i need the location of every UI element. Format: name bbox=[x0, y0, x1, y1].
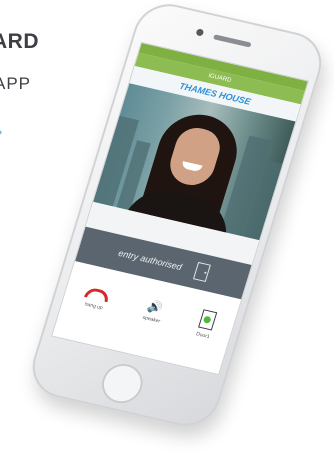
brand-text: ARD bbox=[0, 30, 39, 53]
speaker-button[interactable]: 🔊 speaker bbox=[141, 298, 166, 325]
door-open-icon bbox=[198, 308, 218, 331]
speaker-icon: 🔊 bbox=[145, 298, 165, 316]
phone-mockup: iGUARD THAMES HOUSE entry authorised han… bbox=[0, 0, 334, 457]
door-open-label: Door1 bbox=[195, 330, 211, 340]
hangup-icon bbox=[84, 285, 111, 302]
door-open-button[interactable]: Door1 bbox=[195, 308, 218, 340]
brand-link-fragment: › bbox=[0, 124, 2, 139]
phone-body: iGUARD THAMES HOUSE entry authorised han… bbox=[24, 0, 330, 433]
earpiece bbox=[213, 34, 252, 48]
speaker-label: speaker bbox=[141, 314, 161, 325]
home-button[interactable] bbox=[96, 359, 148, 408]
front-camera bbox=[195, 28, 205, 37]
hangup-button[interactable]: hang up bbox=[81, 285, 111, 311]
phone-screen: iGUARD THAMES HOUSE entry authorised han… bbox=[50, 41, 310, 376]
entry-status-text: entry authorised bbox=[117, 247, 184, 273]
app-title: iGUARD bbox=[207, 73, 232, 84]
hangup-label: hang up bbox=[84, 300, 104, 311]
brand-subtitle: APP bbox=[0, 74, 32, 93]
door-icon bbox=[192, 261, 211, 282]
